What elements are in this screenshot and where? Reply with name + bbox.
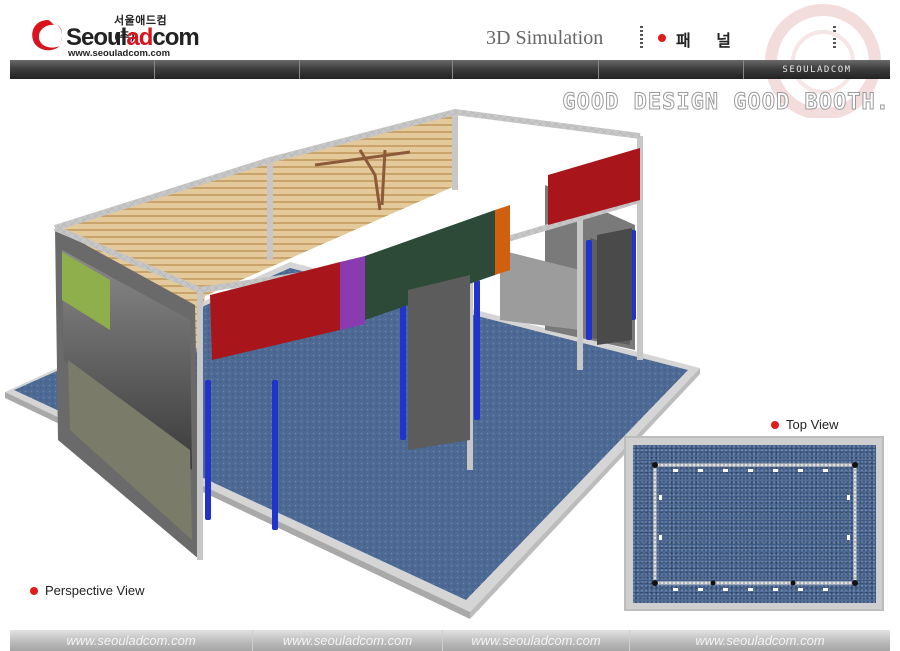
footer-link[interactable]: www.seouladcom.com bbox=[443, 630, 630, 651]
nav-item[interactable] bbox=[453, 60, 599, 79]
panel-bullet-icon bbox=[658, 34, 666, 42]
nav-brand[interactable]: SEOULADCOM bbox=[744, 60, 890, 79]
nav-item[interactable] bbox=[300, 60, 453, 79]
section-title: 3D Simulation bbox=[486, 27, 604, 49]
top-view-frame bbox=[652, 462, 858, 591]
perspective-view-label: Perspective View bbox=[30, 583, 144, 598]
bullet-icon bbox=[30, 586, 38, 595]
nav-item[interactable] bbox=[599, 60, 744, 79]
nav-item[interactable] bbox=[10, 60, 155, 79]
top-view-label: Top View bbox=[771, 417, 839, 432]
divider-dots bbox=[640, 26, 643, 50]
panel-menu-link[interactable]: 패 널 bbox=[676, 27, 741, 51]
nav-item[interactable] bbox=[155, 60, 300, 79]
footer-link[interactable]: www.seouladcom.com bbox=[10, 630, 253, 651]
bullet-icon bbox=[771, 420, 779, 429]
top-view-panel bbox=[624, 436, 884, 611]
footer-bar: www.seouladcom.com www.seouladcom.com ww… bbox=[10, 630, 890, 651]
footer-link[interactable]: www.seouladcom.com bbox=[630, 630, 890, 651]
logo[interactable]: 서울애드컴(주) Seouladcom www.seouladcom.com bbox=[28, 10, 200, 60]
logo-url: www.seouladcom.com bbox=[68, 48, 171, 59]
logo-swoosh-icon bbox=[32, 20, 63, 51]
top-nav-bar: SEOULADCOM bbox=[10, 60, 890, 79]
footer-link[interactable]: www.seouladcom.com bbox=[253, 630, 443, 651]
top-view-carpet bbox=[633, 445, 876, 603]
